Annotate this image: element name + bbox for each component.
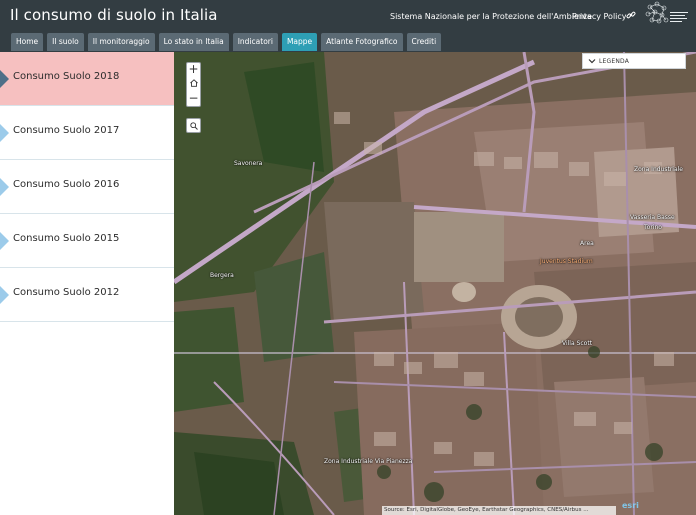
map-attribution: Source: Esri, DigitalGlobe, GeoEye, Eart… xyxy=(382,506,616,515)
sidebar-item-2012[interactable]: Consumo Suolo 2012 xyxy=(0,268,174,322)
tab-atlante-fotografico[interactable]: Atlante Fotografico xyxy=(321,33,403,51)
map-label-villa: Villa Scott xyxy=(562,340,593,347)
sidebar-item-label: Consumo Suolo 2016 xyxy=(13,179,120,190)
network-logo xyxy=(645,1,688,24)
sidebar-item-2017[interactable]: Consumo Suolo 2017 xyxy=(0,106,174,160)
pointer-icon xyxy=(0,286,9,304)
pointer-icon xyxy=(0,178,9,196)
chevron-down-icon xyxy=(588,59,596,64)
app-header: Il consumo di suolo in Italia Sistema Na… xyxy=(0,0,696,52)
main-nav-tabs: Home Il suolo Il monitoraggio Lo stato i… xyxy=(11,33,445,51)
zoom-control: + − xyxy=(186,62,201,107)
tab-il-monitoraggio[interactable]: Il monitoraggio xyxy=(87,33,155,51)
sidebar-item-label: Consumo Suolo 2017 xyxy=(13,125,120,136)
home-icon[interactable] xyxy=(190,79,198,87)
zoom-out-button[interactable]: − xyxy=(187,92,200,106)
tab-crediti[interactable]: Crediti xyxy=(406,33,442,51)
sidebar-item-label: Consumo Suolo 2015 xyxy=(13,233,120,244)
legend-toggle[interactable]: LEGENDA xyxy=(582,53,686,69)
map-label-torino: Torino xyxy=(644,224,662,231)
layer-sidebar: Consumo Suolo 2018 Consumo Suolo 2017 Co… xyxy=(0,52,174,515)
tab-lo-stato-in-italia[interactable]: Lo stato in Italia xyxy=(158,33,229,51)
esri-logo[interactable]: esri xyxy=(622,501,639,510)
tab-indicatori[interactable]: Indicatori xyxy=(232,33,278,51)
sidebar-item-2018[interactable]: Consumo Suolo 2018 xyxy=(0,52,174,106)
app-title: Il consumo di suolo in Italia xyxy=(10,6,218,24)
sidebar-item-label: Consumo Suolo 2018 xyxy=(13,71,120,82)
map-search-button[interactable] xyxy=(186,118,201,133)
search-icon xyxy=(190,122,198,130)
map-label-savonera: Savonera xyxy=(234,160,263,167)
pointer-icon xyxy=(0,70,9,88)
map-label-zona-industriale: Zona Industriale xyxy=(634,166,683,173)
map-label-zona-bassa: Zona Industriale Via Pianezza xyxy=(324,458,413,465)
map-label-bergera: Bergera xyxy=(210,272,234,279)
tab-home[interactable]: Home xyxy=(11,33,44,51)
snpa-link[interactable]: Sistema Nazionale per la Protezione dell… xyxy=(390,12,592,21)
map-label-area: Area xyxy=(580,240,594,247)
privacy-policy-link[interactable]: Privacy Policy xyxy=(572,12,627,21)
sidebar-item-2016[interactable]: Consumo Suolo 2016 xyxy=(0,160,174,214)
sidebar-item-2015[interactable]: Consumo Suolo 2015 xyxy=(0,214,174,268)
map-imagery xyxy=(174,52,696,515)
tab-il-suolo[interactable]: Il suolo xyxy=(47,33,84,51)
zoom-in-button[interactable]: + xyxy=(187,63,200,77)
pointer-icon xyxy=(0,124,9,142)
pointer-icon xyxy=(0,232,9,250)
tab-mappe[interactable]: Mappe xyxy=(281,33,318,51)
link-icon[interactable] xyxy=(626,10,636,20)
legend-label: LEGENDA xyxy=(599,58,630,65)
map-label-stadium: Juventus Stadium xyxy=(540,258,593,265)
map-label-vasseria: Vasseria Basse xyxy=(630,214,675,221)
sidebar-item-label: Consumo Suolo 2012 xyxy=(13,287,120,298)
satellite-map[interactable]: Savonera Bergera Juventus Stadium Area V… xyxy=(174,52,696,515)
